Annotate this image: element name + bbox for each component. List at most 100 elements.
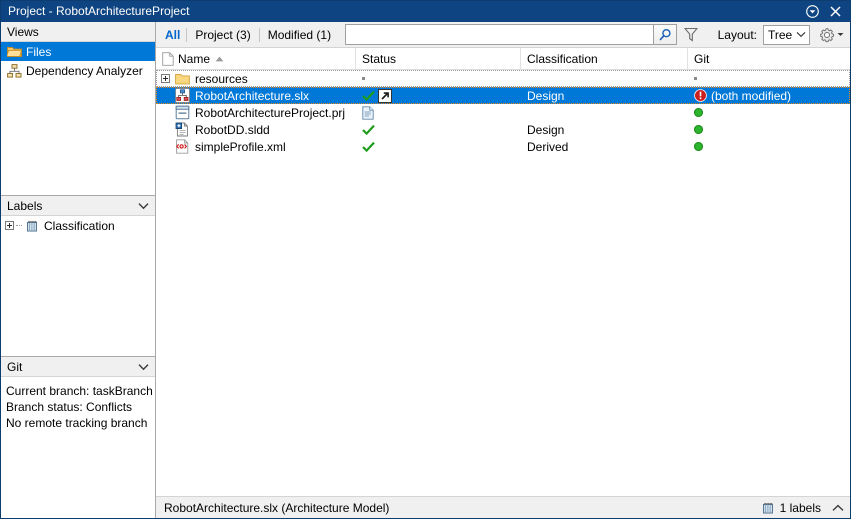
tab-modified[interactable]: Modified (1) — [260, 26, 339, 44]
column-header-git-label: Git — [694, 52, 709, 66]
chevron-down-icon[interactable] — [135, 202, 151, 210]
left-sidebar: Views Files — [1, 22, 156, 518]
simulink-model-icon — [173, 88, 192, 103]
layout-select-value: Tree — [768, 28, 793, 42]
labels-panel: Labels — [1, 196, 155, 357]
labels-panel-header[interactable]: Labels — [1, 196, 155, 216]
funnel-filter-icon — [684, 27, 698, 42]
table-row[interactable]: RobotArchitecture.slx — [156, 87, 850, 104]
git-current-branch: Current branch: taskBranch — [6, 383, 151, 399]
dependency-graph-icon — [5, 64, 23, 78]
window-body: Views Files — [1, 22, 850, 518]
gear-dropdown-arrow-icon — [837, 32, 844, 37]
gear-icon — [819, 27, 835, 43]
search-input[interactable] — [345, 24, 653, 45]
column-header-classification[interactable]: Classification — [521, 48, 688, 70]
title-bar: Project - RobotArchitectureProject — [1, 1, 850, 22]
sidebar-item-dependency-analyzer[interactable]: Dependency Analyzer — [1, 61, 155, 80]
minimize-dropdown-icon[interactable] — [805, 5, 819, 19]
expand-icon[interactable] — [5, 221, 14, 230]
column-header-git[interactable]: Git — [688, 48, 850, 70]
layout-select[interactable]: Tree — [763, 25, 810, 45]
table-row[interactable]: RobotDD.sldd Design — [156, 121, 850, 138]
git-remote-tracking: No remote tracking branch — [6, 415, 151, 431]
cell-git: (both modified) — [688, 87, 850, 104]
sidebar-item-files[interactable]: Files — [1, 42, 155, 61]
label-item-classification[interactable]: Classification — [1, 216, 155, 235]
cell-status — [356, 87, 521, 104]
status-bar-text: RobotArchitecture.slx (Architecture Mode… — [164, 501, 761, 515]
git-status-text: (both modified) — [711, 89, 791, 103]
table-row[interactable]: RobotArchitectureProject.prj — [156, 104, 850, 121]
labels-count: 1 labels — [780, 501, 821, 515]
search-area — [345, 24, 677, 45]
table-body: resources — [156, 70, 850, 496]
git-panel: Git Current branch: taskBranch Branch st… — [1, 357, 155, 518]
column-header-status-label: Status — [362, 52, 396, 66]
main-area: All Project (3) Modified (1) — [156, 22, 850, 518]
table-row[interactable]: resources — [156, 70, 850, 87]
sidebar-item-dependency-analyzer-label: Dependency Analyzer — [23, 64, 143, 78]
column-header-name-label: Name — [178, 52, 210, 66]
file-name: simpleProfile.xml — [192, 140, 286, 154]
cell-status — [356, 70, 521, 87]
folder-open-icon — [5, 45, 23, 58]
column-header-status[interactable]: Status — [356, 48, 521, 70]
shortcut-arrow-icon — [378, 89, 392, 103]
labels-panel-body: Classification — [1, 216, 155, 357]
filter-button[interactable] — [680, 24, 702, 45]
git-panel-header[interactable]: Git — [1, 357, 155, 377]
checkmark-icon — [362, 124, 375, 136]
column-header-name[interactable]: Name — [156, 48, 356, 70]
views-panel: Views Files — [1, 22, 155, 196]
table-header-row: Name Status Classification Git — [156, 48, 850, 70]
status-bar: RobotArchitecture.slx (Architecture Mode… — [156, 496, 850, 518]
cell-classification — [521, 104, 688, 121]
project-window: Project - RobotArchitectureProject Views — [0, 0, 851, 519]
file-name: resources — [192, 72, 248, 86]
git-panel-body: Current branch: taskBranch Branch status… — [1, 377, 155, 518]
file-name: RobotArchitecture.slx — [192, 89, 309, 103]
labels-panel-title: Labels — [7, 199, 135, 213]
window-title: Project - RobotArchitectureProject — [8, 1, 805, 22]
cell-status — [356, 138, 521, 155]
files-table: Name Status Classification Git — [156, 48, 850, 496]
label-tag-icon — [761, 501, 775, 515]
views-panel-header: Views — [1, 22, 155, 42]
cell-name: simpleProfile.xml — [156, 138, 356, 155]
cell-classification: Derived — [521, 138, 688, 155]
cell-git — [688, 138, 850, 155]
git-branch-status: Branch status: Conflicts — [6, 399, 151, 415]
file-name: RobotArchitectureProject.prj — [192, 106, 345, 120]
tab-all[interactable]: All — [163, 26, 186, 44]
close-icon[interactable] — [828, 5, 842, 19]
layout-label: Layout: — [718, 28, 757, 42]
status-bar-labels[interactable]: 1 labels — [761, 501, 844, 515]
expand-icon[interactable] — [158, 74, 173, 83]
search-button[interactable] — [653, 24, 677, 45]
title-bar-buttons — [805, 5, 850, 19]
files-toolbar: All Project (3) Modified (1) — [156, 22, 850, 48]
label-item-classification-label: Classification — [41, 219, 115, 233]
data-dictionary-icon — [173, 122, 192, 137]
folder-icon — [173, 72, 192, 85]
cell-classification — [521, 70, 688, 87]
cell-classification: Design — [521, 87, 688, 104]
conflict-error-icon — [694, 89, 707, 102]
chevron-down-icon[interactable] — [135, 363, 151, 371]
table-row[interactable]: simpleProfile.xml Derived — [156, 138, 850, 155]
sidebar-item-files-label: Files — [23, 45, 51, 59]
git-dot-icon — [694, 77, 697, 80]
cell-git — [688, 104, 850, 121]
git-ok-icon — [694, 125, 703, 134]
git-panel-title: Git — [7, 360, 135, 374]
cell-status — [356, 121, 521, 138]
project-file-icon — [173, 105, 192, 120]
chevron-up-icon[interactable] — [832, 504, 844, 512]
document-icon — [162, 52, 174, 66]
file-name: RobotDD.sldd — [192, 123, 270, 137]
tab-project[interactable]: Project (3) — [187, 26, 258, 44]
sort-ascending-icon — [215, 56, 224, 62]
settings-button[interactable] — [819, 27, 844, 43]
cell-name: RobotArchitecture.slx — [156, 87, 356, 104]
